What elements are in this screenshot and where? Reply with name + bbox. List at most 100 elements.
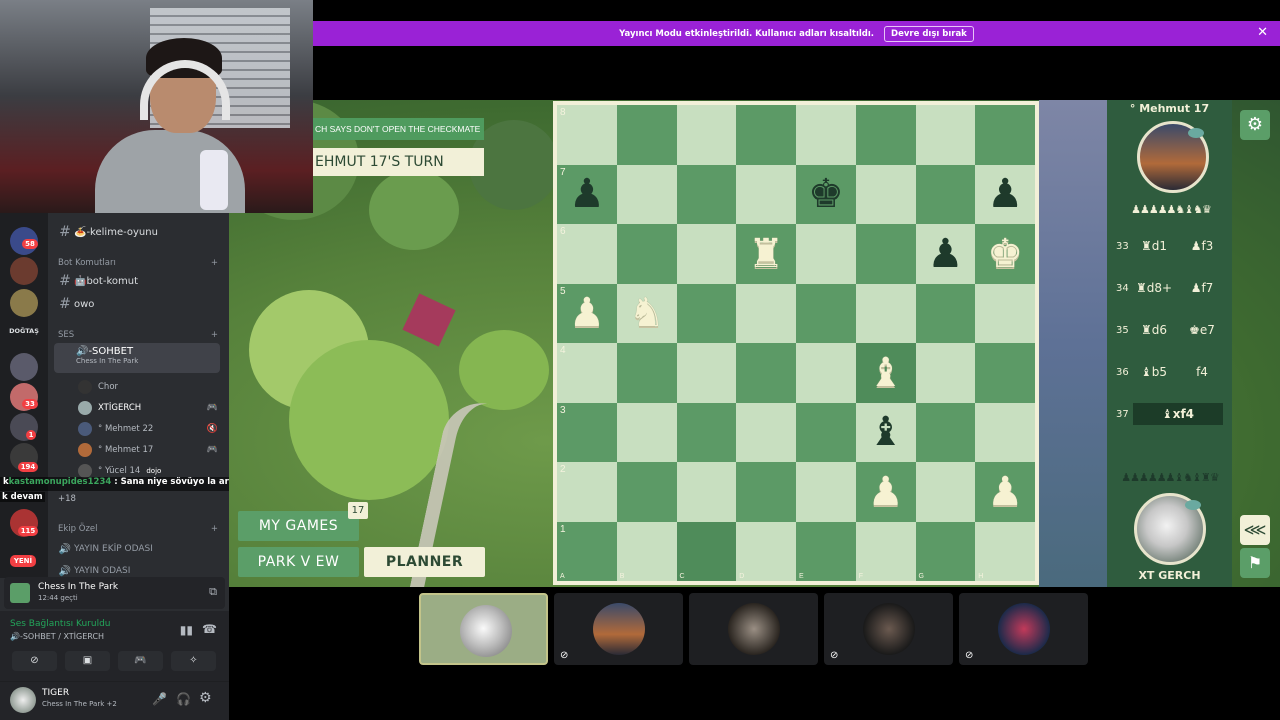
chess-piece[interactable]: ♟ <box>927 234 963 274</box>
plus-icon[interactable]: + <box>211 258 218 268</box>
square-e4[interactable] <box>796 343 856 403</box>
square-a4[interactable]: 4 <box>557 343 617 403</box>
category-bot-komutlari[interactable]: Bot Komutları + <box>58 258 218 268</box>
square-h2[interactable]: ♟ <box>975 462 1035 522</box>
activity-card[interactable]: Chess In The Park 12:44 geçti ⧉ <box>4 577 225 609</box>
share-button[interactable]: ⋘ <box>1240 515 1270 545</box>
square-g5[interactable] <box>915 283 976 343</box>
voice-user[interactable]: Chor <box>78 378 218 396</box>
participant-tile[interactable]: ⊘ <box>824 593 953 665</box>
plus-icon[interactable]: + <box>211 330 218 340</box>
square-f6[interactable] <box>855 224 916 284</box>
white-move[interactable]: ♜d8+ <box>1130 281 1178 295</box>
park-view-button[interactable]: PARK V EW <box>238 547 359 577</box>
square-b6[interactable] <box>616 224 677 284</box>
square-h6[interactable]: ♚ <box>975 224 1035 284</box>
resign-flag-button[interactable]: ⚑ <box>1240 548 1270 578</box>
plus-icon[interactable]: + <box>211 524 218 534</box>
square-g1[interactable]: G <box>915 521 976 581</box>
square-e8[interactable] <box>796 105 856 165</box>
square-c3[interactable] <box>676 402 737 462</box>
move-row[interactable]: 36 ♝b5 f4 <box>1110 351 1230 393</box>
signal-icon[interactable]: ▮▮ <box>180 623 193 637</box>
square-a2[interactable]: 2 <box>557 462 617 522</box>
black-move[interactable]: ♟f3 <box>1178 239 1226 253</box>
server-icon[interactable] <box>10 353 38 381</box>
activity-button[interactable]: 🎮 <box>118 651 163 671</box>
square-a8[interactable]: 8 <box>557 105 617 165</box>
close-icon[interactable]: ✕ <box>1257 25 1268 40</box>
participant-tile[interactable]: ⊘ <box>554 593 683 665</box>
square-g6[interactable]: ♟ <box>915 224 976 284</box>
camera-off-button[interactable]: ⊘ <box>12 651 57 671</box>
participant-tile[interactable]: ⊘ <box>959 593 1088 665</box>
square-g2[interactable] <box>915 462 976 522</box>
chess-piece[interactable]: ♟ <box>868 472 904 512</box>
chess-piece[interactable]: ♟ <box>987 174 1023 214</box>
chess-piece[interactable]: ♜ <box>748 234 784 274</box>
move-row[interactable]: 33 ♜d1 ♟f3 <box>1110 225 1230 267</box>
move-row[interactable]: 34 ♜d8+ ♟f7 <box>1110 267 1230 309</box>
voice-user[interactable]: XTİGERCH 🎮 <box>78 399 218 417</box>
square-g7[interactable] <box>915 164 976 224</box>
voice-user[interactable]: ° Mehmet 17 🎮 <box>78 441 218 459</box>
black-move[interactable]: f4 <box>1178 365 1226 379</box>
square-b8[interactable] <box>616 105 677 165</box>
voice-channel-sohbet[interactable]: 🔊-SOHBET Chess In The Park <box>54 343 220 373</box>
square-h3[interactable] <box>975 402 1035 462</box>
settings-button[interactable]: ⚙ <box>1240 110 1270 140</box>
square-d8[interactable] <box>736 105 796 165</box>
square-c1[interactable]: C <box>676 521 737 581</box>
square-c5[interactable] <box>676 283 737 343</box>
avatar[interactable] <box>10 687 36 713</box>
disconnect-icon[interactable]: ☎ <box>202 622 217 636</box>
server-icon[interactable] <box>10 289 38 317</box>
square-e6[interactable] <box>796 224 856 284</box>
chess-piece[interactable]: ♟ <box>569 293 605 333</box>
chess-piece[interactable]: ♟ <box>569 174 605 214</box>
planner-button[interactable]: PLANNER <box>364 547 485 577</box>
square-g4[interactable] <box>915 343 976 403</box>
chess-piece[interactable]: ♚ <box>987 234 1023 274</box>
chess-piece[interactable]: ♝ <box>868 412 904 452</box>
voice-connected-channel[interactable]: 🔊-SOHBET / XTİGERCH <box>10 632 104 641</box>
square-e2[interactable] <box>796 462 856 522</box>
more-users[interactable]: +18 <box>58 490 198 508</box>
square-e3[interactable] <box>796 402 856 462</box>
square-b1[interactable]: B <box>616 521 677 581</box>
square-h1[interactable]: H <box>975 521 1035 581</box>
participant-tile[interactable] <box>689 593 818 665</box>
microphone-icon[interactable]: 🎤 <box>152 692 167 706</box>
square-c4[interactable] <box>676 343 737 403</box>
square-d3[interactable] <box>736 402 796 462</box>
square-f5[interactable] <box>855 283 916 343</box>
channel-owo[interactable]: # owo <box>56 294 226 314</box>
my-games-button[interactable]: MY GAMES <box>238 511 359 541</box>
square-e5[interactable] <box>796 283 856 343</box>
voice-connected-status[interactable]: Ses Bağlantısı Kuruldu <box>10 619 110 629</box>
square-c8[interactable] <box>676 105 737 165</box>
square-c2[interactable] <box>676 462 737 522</box>
chess-piece[interactable]: ♚ <box>808 174 844 214</box>
category-ses[interactable]: SES + <box>58 330 218 340</box>
black-move[interactable]: ♚e7 <box>1178 323 1226 337</box>
square-b2[interactable] <box>616 462 677 522</box>
disable-streamer-mode-button[interactable]: Devre dışı bırak <box>884 25 974 42</box>
square-d1[interactable]: D <box>736 521 796 581</box>
square-a3[interactable]: 3 <box>557 402 617 462</box>
participant-tile-selected[interactable] <box>419 593 548 665</box>
category-ekip-ozel[interactable]: Ekip Özel + <box>58 524 218 534</box>
square-f2[interactable]: ♟ <box>855 462 916 522</box>
square-b4[interactable] <box>616 343 677 403</box>
square-a7[interactable]: 7 ♟ <box>557 164 617 224</box>
voice-user[interactable]: ° Mehmet 22 🔇 <box>78 420 218 438</box>
square-f4[interactable]: ♝ <box>855 343 916 403</box>
white-move[interactable]: ♜d1 <box>1130 239 1178 253</box>
chess-piece[interactable]: ♞ <box>629 293 665 333</box>
square-c7[interactable] <box>676 164 737 224</box>
square-b7[interactable] <box>616 164 677 224</box>
square-a6[interactable]: 6 <box>557 224 617 284</box>
square-e7[interactable]: ♚ <box>796 164 856 224</box>
square-h8[interactable] <box>975 105 1035 165</box>
voice-channel-ekip-odasi[interactable]: 🔊 YAYIN EKİP ODASI <box>56 539 226 559</box>
